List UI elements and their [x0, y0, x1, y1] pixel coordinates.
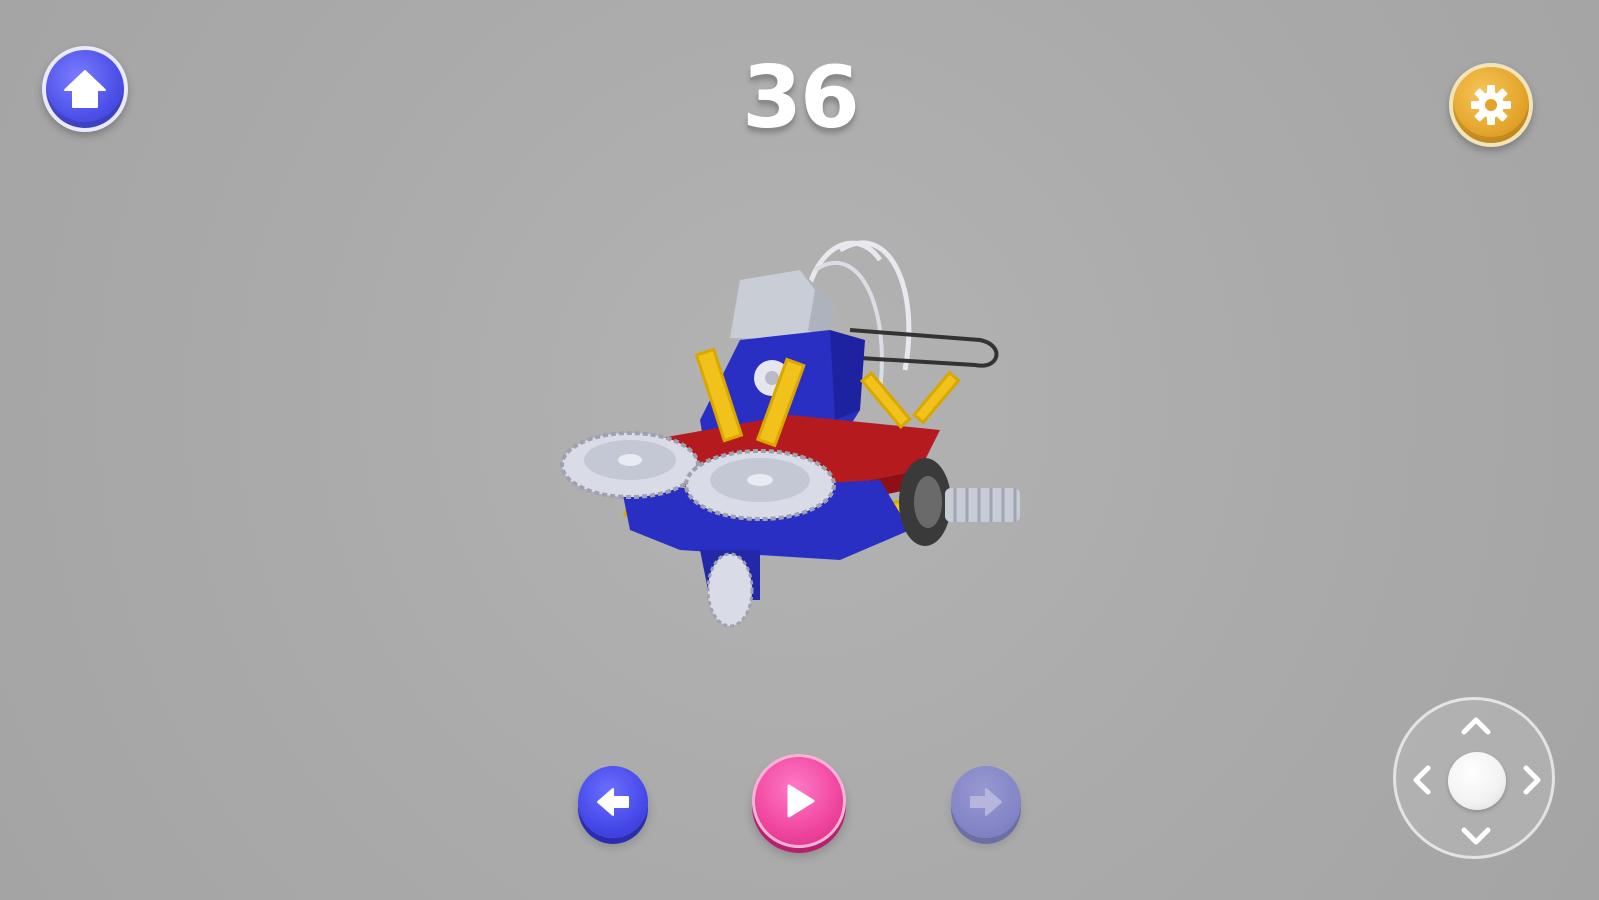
next-step-button[interactable]: [951, 766, 1021, 838]
game-screen: 36: [0, 0, 1599, 900]
gear-right: [684, 449, 836, 521]
settings-button[interactable]: [1449, 63, 1533, 147]
chevron-left-icon: [1413, 765, 1431, 795]
play-icon: [787, 784, 815, 818]
gear-icon: [1471, 85, 1511, 125]
home-button[interactable]: [42, 46, 128, 132]
home-icon: [64, 70, 106, 108]
chevron-right-icon: [1523, 765, 1541, 795]
wheel: [899, 458, 951, 546]
gear-bottom: [706, 552, 754, 628]
camera-joystick[interactable]: [1393, 697, 1555, 859]
play-button[interactable]: [752, 754, 846, 848]
step-counter: 36: [742, 48, 860, 148]
battery-box: [730, 270, 835, 340]
arrow-left-icon: [597, 788, 629, 816]
arrow-right-icon: [970, 788, 1002, 816]
previous-step-button[interactable]: [578, 766, 648, 838]
screw-shaft: [945, 488, 1020, 522]
joystick-knob[interactable]: [1448, 752, 1506, 810]
chevron-up-icon: [1461, 717, 1491, 735]
chevron-down-icon: [1461, 827, 1491, 845]
model-viewport[interactable]: [560, 230, 1040, 650]
gear-left: [560, 431, 700, 499]
